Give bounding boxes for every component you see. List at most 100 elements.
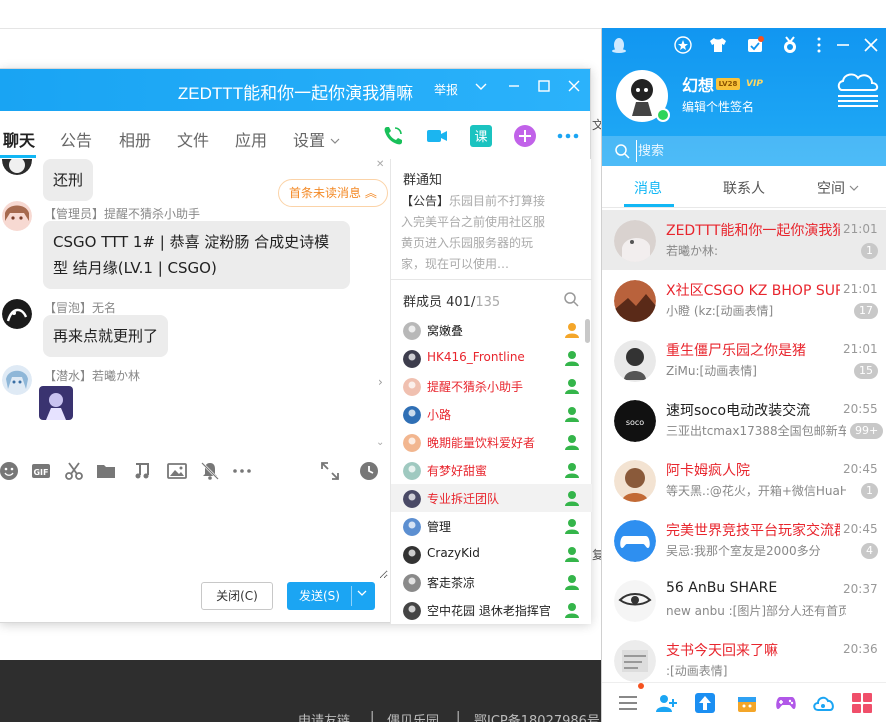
tab-apps[interactable]: 应用	[235, 127, 267, 151]
conversation-avatar[interactable]	[614, 220, 656, 262]
send-button[interactable]: 发送(S)	[287, 582, 375, 610]
close-icon[interactable]	[862, 36, 880, 54]
minimize-icon[interactable]	[503, 77, 525, 99]
member-avatar[interactable]	[403, 322, 421, 340]
weather-cloud-icon[interactable]	[834, 68, 882, 112]
minimize-icon[interactable]	[834, 36, 852, 54]
maximize-icon[interactable]	[533, 77, 555, 99]
message-bubble[interactable]: 还刑	[43, 159, 94, 201]
tab-album[interactable]: 相册	[119, 127, 151, 151]
search-icon[interactable]	[563, 291, 579, 307]
member-row[interactable]: 提醒不猜杀小助手	[391, 372, 592, 400]
more-options-icon[interactable]	[556, 124, 580, 148]
music-icon[interactable]	[132, 461, 152, 481]
add-app-icon[interactable]	[513, 124, 537, 148]
star-icon[interactable]	[674, 36, 692, 54]
member-row[interactable]: CrazyKid	[391, 540, 592, 568]
conversation-avatar[interactable]	[614, 340, 656, 382]
online-status-dot[interactable]	[656, 108, 670, 122]
mute-bell-icon[interactable]	[200, 461, 220, 481]
app-manager-icon[interactable]	[850, 691, 874, 715]
conversation-avatar[interactable]	[614, 580, 656, 622]
phone-call-icon[interactable]	[381, 124, 405, 148]
member-row[interactable]: 管理	[391, 512, 592, 540]
member-row[interactable]: 空中花园 退休老指挥官	[391, 596, 592, 624]
tab-files[interactable]: 文件	[177, 127, 209, 151]
chat-titlebar[interactable]: ZEDTTT能和你一起你演我猜嘛 举报	[0, 69, 590, 111]
avatar[interactable]	[2, 299, 32, 329]
conversation-avatar[interactable]	[614, 460, 656, 502]
history-clock-icon[interactable]	[359, 461, 379, 481]
gift-box-icon[interactable]	[735, 691, 759, 715]
member-avatar[interactable]	[403, 546, 421, 564]
member-avatar[interactable]	[403, 602, 421, 620]
file-transfer-icon[interactable]	[693, 691, 717, 715]
tab-announcement[interactable]: 公告	[60, 127, 92, 151]
conversation-avatar[interactable]: soco	[614, 400, 656, 442]
folder-icon[interactable]	[96, 461, 116, 481]
member-avatar[interactable]	[403, 574, 421, 592]
tab-chat[interactable]: 聊天	[3, 127, 35, 151]
avatar[interactable]	[2, 365, 32, 395]
member-row[interactable]: 小路	[391, 400, 592, 428]
chevron-down-icon[interactable]	[357, 582, 367, 610]
avatar[interactable]	[2, 201, 32, 231]
conversation-row[interactable]: X社区CSGO KZ BHOP SURF 小瞪 (kz:[动画表情] 21:01 17	[602, 270, 886, 330]
avatar[interactable]	[2, 159, 32, 175]
member-avatar[interactable]	[403, 406, 421, 424]
gif-icon[interactable]: GIF	[31, 461, 51, 481]
member-avatar[interactable]	[403, 490, 421, 508]
tab-settings[interactable]: 设置	[293, 127, 340, 151]
scroll-down-icon[interactable]: ⌄	[376, 437, 384, 448]
search-bar[interactable]	[602, 136, 886, 166]
conversation-avatar[interactable]	[614, 640, 656, 682]
footer-icp[interactable]: 鄂ICP备18027986号	[474, 710, 600, 722]
signature-edit[interactable]: 编辑个性签名	[682, 98, 754, 115]
image-icon[interactable]	[167, 461, 187, 481]
member-avatar[interactable]	[403, 350, 421, 368]
member-avatar[interactable]	[403, 378, 421, 396]
skin-shirt-icon[interactable]	[709, 36, 727, 54]
conversation-row[interactable]: ZEDTTT能和你一起你演我猜嘛若曦か林: 21:01 1	[602, 210, 886, 270]
conversation-row[interactable]: 56 AnBu SHARE new anbu :[图片]部分人还有首页 20:37	[602, 570, 886, 630]
conversation-row[interactable]: 完美世界竞技平台玩家交流群 吴忌:我那个室友是2000多分 20:45 4	[602, 510, 886, 570]
user-nickname[interactable]: 幻想	[682, 72, 714, 96]
message-input[interactable]	[0, 489, 388, 579]
conversation-avatar[interactable]	[614, 280, 656, 322]
conversation-row[interactable]: 阿卡姆疯人院 等天黑.:@花火，开箱+微信HuaHuo 20:45 1	[602, 450, 886, 510]
tab-messages[interactable]: 消息	[634, 178, 662, 198]
gamepad-icon[interactable]	[774, 691, 798, 715]
report-button[interactable]: 举报	[434, 81, 458, 98]
chevron-down-icon[interactable]	[470, 77, 492, 99]
group-notice[interactable]: 【公告】乐园目前不打算接入完美平台之前使用社区服黄页进入乐园服务器的玩家，现在可…	[401, 191, 551, 275]
member-row[interactable]: 客走茶凉	[391, 568, 592, 596]
footer-link-friendlink[interactable]: 申请友链	[298, 710, 350, 722]
qq-header[interactable]: 幻想 LV28 VIP 编辑个性签名	[602, 28, 886, 166]
message-bubble[interactable]: CSGO TTT 1# | 恭喜 淀粉肠 合成史诗模 型 结月缘(LV.1 | …	[43, 221, 350, 289]
member-avatar[interactable]	[403, 462, 421, 480]
footer-link-site[interactable]: 偶贝乐园	[387, 710, 439, 722]
member-row[interactable]: 晚期能量饮料爱好者	[391, 428, 592, 456]
tab-contacts[interactable]: 联系人	[723, 178, 765, 198]
scroll-up-icon[interactable]: ✕	[376, 159, 384, 170]
first-unread-button[interactable]: 首条未读消息 ︽	[278, 179, 388, 207]
medal-icon[interactable]	[781, 36, 799, 54]
close-icon[interactable]	[563, 77, 585, 99]
member-row[interactable]: 窝嫩叠	[391, 316, 592, 344]
cloud-drive-icon[interactable]	[812, 691, 836, 715]
classroom-icon[interactable]: 课	[469, 124, 493, 148]
add-friend-icon[interactable]	[654, 691, 678, 715]
level-badge[interactable]: LV28	[716, 78, 740, 90]
search-input[interactable]	[636, 140, 876, 162]
emoji-icon[interactable]	[0, 461, 19, 481]
message-bubble[interactable]: 再来点就更刑了	[43, 315, 169, 357]
menu-dots-icon[interactable]	[810, 36, 828, 54]
member-row[interactable]: HK416_Frontline	[391, 344, 592, 372]
tab-qzone[interactable]: 空间	[817, 178, 859, 198]
conversation-avatar[interactable]	[614, 520, 656, 562]
conversation-row[interactable]: 支书今天回来了嘛:[动画表情] 20:36	[602, 630, 886, 690]
member-avatar[interactable]	[403, 518, 421, 536]
member-row[interactable]: 有梦好甜蜜	[391, 456, 592, 484]
screenshot-scissors-icon[interactable]	[64, 461, 84, 481]
expand-icon[interactable]	[320, 461, 340, 481]
